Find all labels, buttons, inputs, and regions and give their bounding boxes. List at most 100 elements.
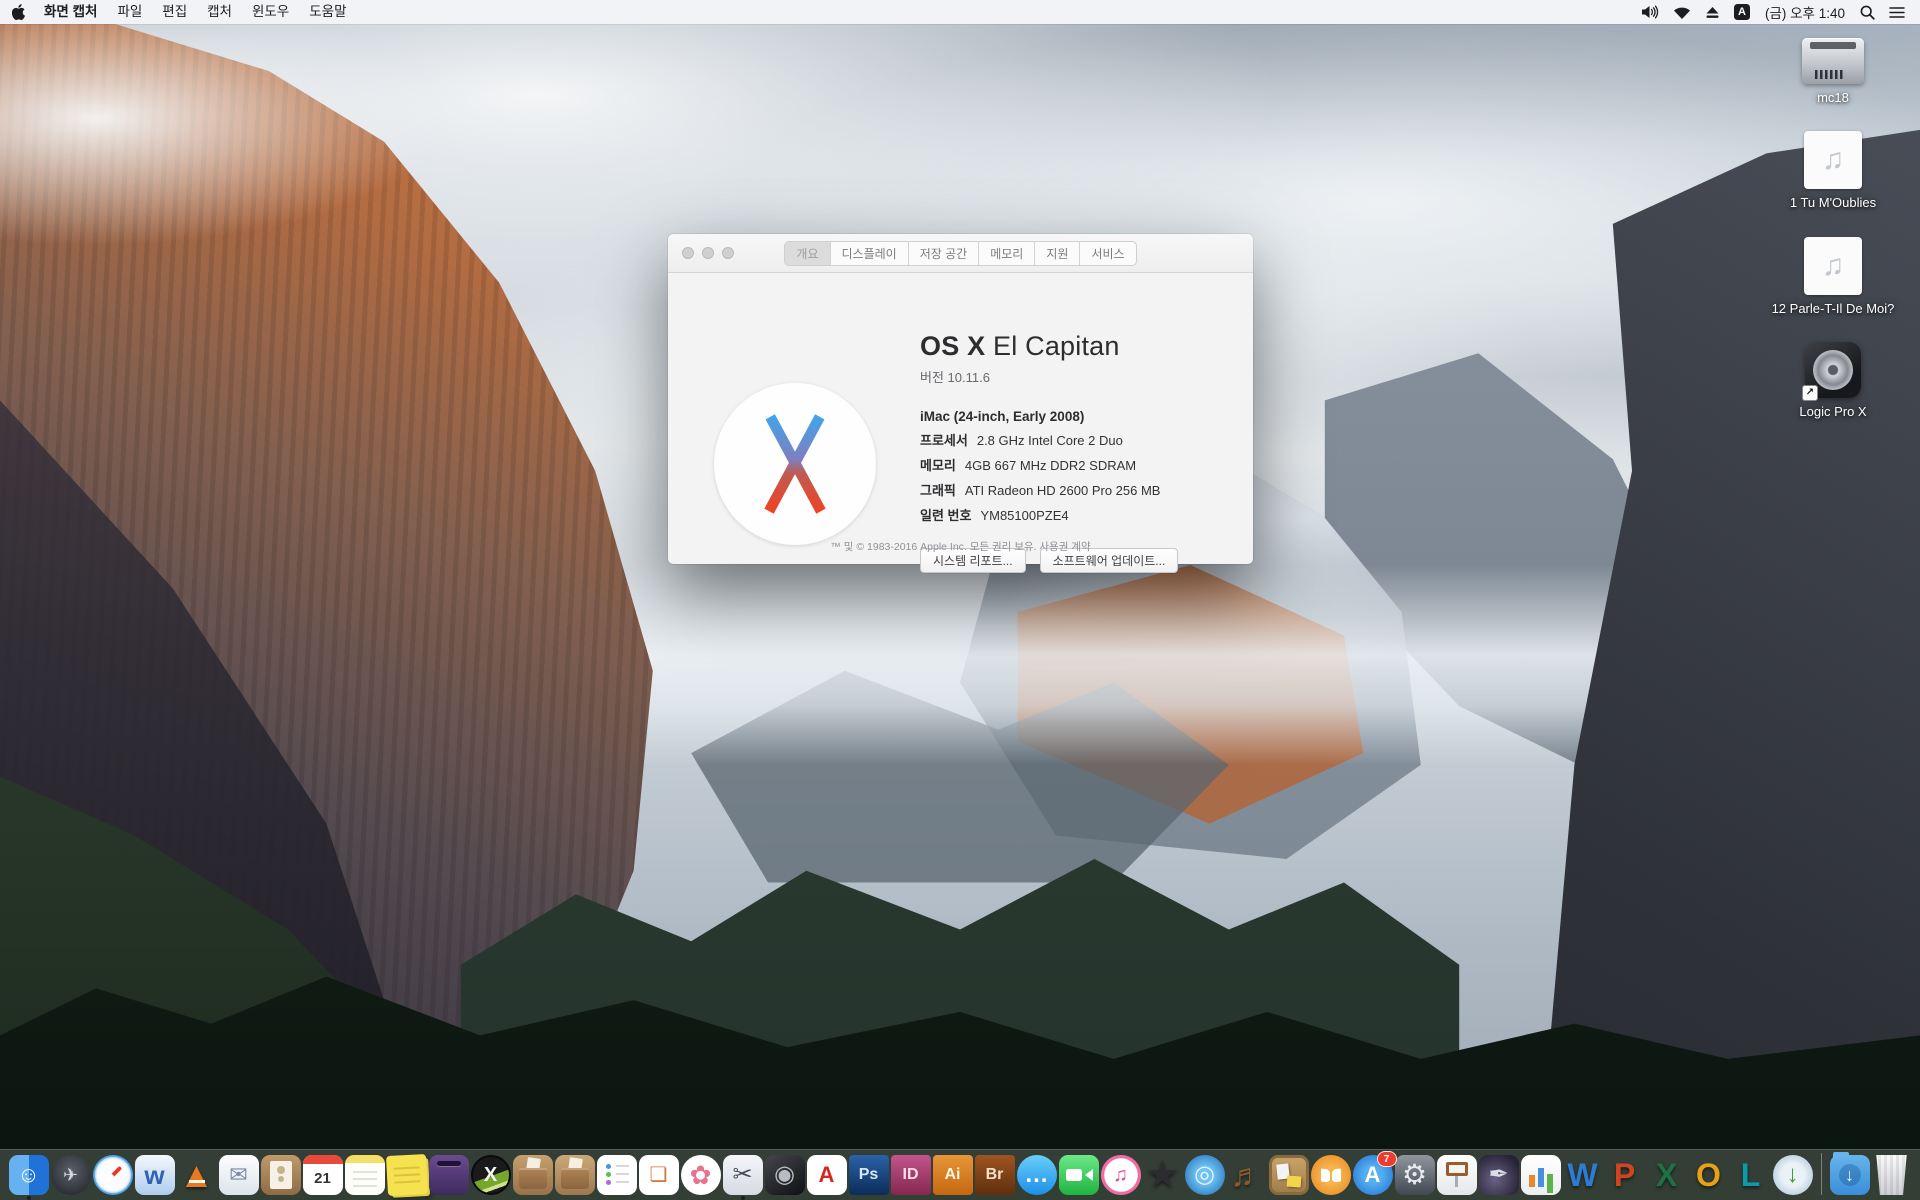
desktop-icon-audio-file-2[interactable]: ♫12 Parle-T-Il De Moi?: [1758, 237, 1908, 317]
dock-pages[interactable]: ✒: [1479, 1155, 1519, 1195]
system-info: OS X El Capitan 버전 10.11.6 iMac (24-inch…: [920, 331, 1178, 573]
about-content: OS X El Capitan 버전 10.11.6 iMac (24-inch…: [668, 273, 1253, 564]
dock-itunes[interactable]: ♫: [1101, 1155, 1141, 1195]
menu-clock[interactable]: (금) 오후 1:40: [1757, 2, 1853, 22]
close-button[interactable]: [682, 247, 694, 259]
tab-bar: 개요디스플레이저장 공간메모리지원서비스: [784, 241, 1136, 266]
wifi-icon[interactable]: [1666, 6, 1698, 19]
spec-value: ATI Radeon HD 2600 Pro 256 MB: [965, 483, 1161, 498]
dock-word[interactable]: W: [1563, 1155, 1603, 1195]
desktop-icon-label: Logic Pro X: [1799, 404, 1866, 420]
dock-lync[interactable]: L: [1731, 1155, 1771, 1195]
dock-screen-capture[interactable]: ✂: [723, 1155, 763, 1195]
desktop-wallpaper: mc18 ♫1 Tu M'Oublies ♫12 Parle-T-Il De Moi…: [0, 24, 1920, 1200]
lync-icon: L: [1741, 1159, 1761, 1191]
spec-label: 일련 번호: [920, 508, 971, 523]
input-source-icon[interactable]: A: [1734, 4, 1750, 20]
dock-toast[interactable]: [429, 1155, 469, 1195]
desktop-icon-logic-pro-alias[interactable]: Logic Pro X: [1758, 342, 1908, 420]
tab-개요[interactable]: 개요: [785, 242, 830, 265]
audio-icon: ♫: [1804, 237, 1862, 295]
window-titlebar[interactable]: 개요디스플레이저장 공간메모리지원서비스: [668, 234, 1253, 273]
spotlight-icon[interactable]: [1853, 5, 1882, 20]
dock-system-preferences[interactable]: ⚙: [1395, 1155, 1435, 1195]
os-version[interactable]: 버전 10.11.6: [920, 367, 1178, 386]
dock-archive-box-2[interactable]: [555, 1155, 595, 1195]
dock-acrobat[interactable]: A: [807, 1155, 847, 1195]
apple-menu-icon[interactable]: [0, 4, 34, 20]
downloads-folder-icon: ↓: [1839, 1164, 1861, 1186]
notification-center-icon[interactable]: [1882, 6, 1912, 19]
dock-safari[interactable]: [93, 1155, 133, 1195]
menu-item-2[interactable]: 편집: [152, 4, 197, 19]
dock-facetime[interactable]: [1059, 1155, 1099, 1195]
dock-photo-board-app[interactable]: [1269, 1155, 1309, 1195]
dock-keynote[interactable]: [1437, 1155, 1477, 1195]
dock-finder[interactable]: ☺: [9, 1155, 49, 1195]
tab-저장 공간[interactable]: 저장 공간: [909, 242, 980, 265]
screen: 화면 캡처파일편집캡처윈도우도움말 A (금) 오후 1:40: [0, 0, 1920, 1200]
dock-vlc[interactable]: ▲: [177, 1155, 217, 1195]
messages-icon: …: [1025, 1163, 1049, 1187]
tab-서비스[interactable]: 서비스: [1080, 242, 1135, 265]
menu-item-0[interactable]: 화면 캡처: [34, 4, 107, 19]
spec-row: 일련 번호YM85100PZE4: [920, 505, 1178, 524]
dock-archive-box-1[interactable]: [513, 1155, 553, 1195]
dock-x-circle-app[interactable]: X: [471, 1155, 511, 1195]
dock-reminders[interactable]: [597, 1155, 637, 1195]
dock-contacts[interactable]: [261, 1155, 301, 1195]
dock-trash[interactable]: [1872, 1155, 1912, 1195]
dock-stickies[interactable]: [385, 1154, 427, 1196]
dock-app-store[interactable]: A7: [1353, 1155, 1393, 1195]
about-this-mac-window: 개요디스플레이저장 공간메모리지원서비스: [668, 234, 1253, 564]
garageband-icon: ♬: [1231, 1159, 1263, 1191]
dock-illustrator[interactable]: Ai: [933, 1155, 973, 1195]
dock-numbers[interactable]: [1521, 1155, 1561, 1195]
dock-messages[interactable]: …: [1017, 1155, 1057, 1195]
dock-photoshop[interactable]: Ps: [849, 1155, 889, 1195]
menu-bar-status: A (금) 오후 1:40: [1634, 2, 1920, 22]
tab-메모리[interactable]: 메모리: [979, 242, 1035, 265]
dock-bridge[interactable]: Br: [975, 1155, 1015, 1195]
dock-mail[interactable]: ✉: [219, 1155, 259, 1195]
menu-item-3[interactable]: 캡처: [197, 4, 242, 19]
dock-indesign[interactable]: ID: [891, 1155, 931, 1195]
dock-idvd[interactable]: ◎: [1185, 1155, 1225, 1195]
desktop-icons: mc18 ♫1 Tu M'Oublies ♫12 Parle-T-Il De Moi…: [1758, 32, 1908, 445]
drive-icon: [1802, 38, 1864, 84]
copyright-footer: ™ 및 © 1983-2016 Apple Inc. 모든 권리 보유. 사용권…: [668, 539, 1253, 554]
dock-photos[interactable]: ✿: [681, 1155, 721, 1195]
desktop-icon-mc18[interactable]: mc18: [1758, 32, 1908, 106]
dock-photo-cards-app[interactable]: ❏: [639, 1155, 679, 1195]
menu-bar: 화면 캡처파일편집캡처윈도우도움말 A (금) 오후 1:40: [0, 0, 1920, 24]
dock-excel[interactable]: X: [1647, 1155, 1687, 1195]
photo-cards-app-icon: ❏: [650, 1165, 668, 1185]
desktop-icon-audio-file-1[interactable]: ♫1 Tu M'Oublies: [1758, 131, 1908, 211]
dock-launchpad[interactable]: ✈: [51, 1155, 91, 1195]
tab-지원[interactable]: 지원: [1035, 242, 1080, 265]
badge-count: 7: [1377, 1151, 1397, 1167]
volume-icon[interactable]: [1634, 5, 1666, 19]
dock-downloader-globe[interactable]: ↓: [1773, 1155, 1813, 1195]
menu-item-5[interactable]: 도움말: [299, 4, 356, 19]
dock-ibooks[interactable]: [1311, 1155, 1351, 1195]
dock-imovie[interactable]: ★: [1143, 1155, 1183, 1195]
dock-logic-pro[interactable]: ◉: [765, 1155, 805, 1195]
dock-garageband[interactable]: ♬: [1227, 1155, 1267, 1195]
eject-icon[interactable]: [1698, 6, 1727, 19]
spec-label: 그래픽: [920, 483, 956, 498]
logic-pro-icon: ◉: [774, 1163, 795, 1187]
dock-outlook[interactable]: O: [1689, 1155, 1729, 1195]
itunes-icon: ♫: [1113, 1165, 1128, 1185]
menu-item-1[interactable]: 파일: [107, 4, 152, 19]
dock-w-globe-app[interactable]: w: [135, 1155, 175, 1195]
dock-notes[interactable]: [345, 1155, 385, 1195]
dock-calendar[interactable]: 21: [303, 1155, 343, 1195]
word-icon: W: [1567, 1159, 1597, 1191]
menu-item-4[interactable]: 윈도우: [242, 4, 299, 19]
dock-downloads-folder[interactable]: ↓: [1830, 1155, 1870, 1195]
dock-powerpoint[interactable]: P: [1605, 1155, 1645, 1195]
tab-디스플레이[interactable]: 디스플레이: [831, 242, 909, 265]
zoom-button[interactable]: [722, 247, 734, 259]
minimize-button[interactable]: [702, 247, 714, 259]
